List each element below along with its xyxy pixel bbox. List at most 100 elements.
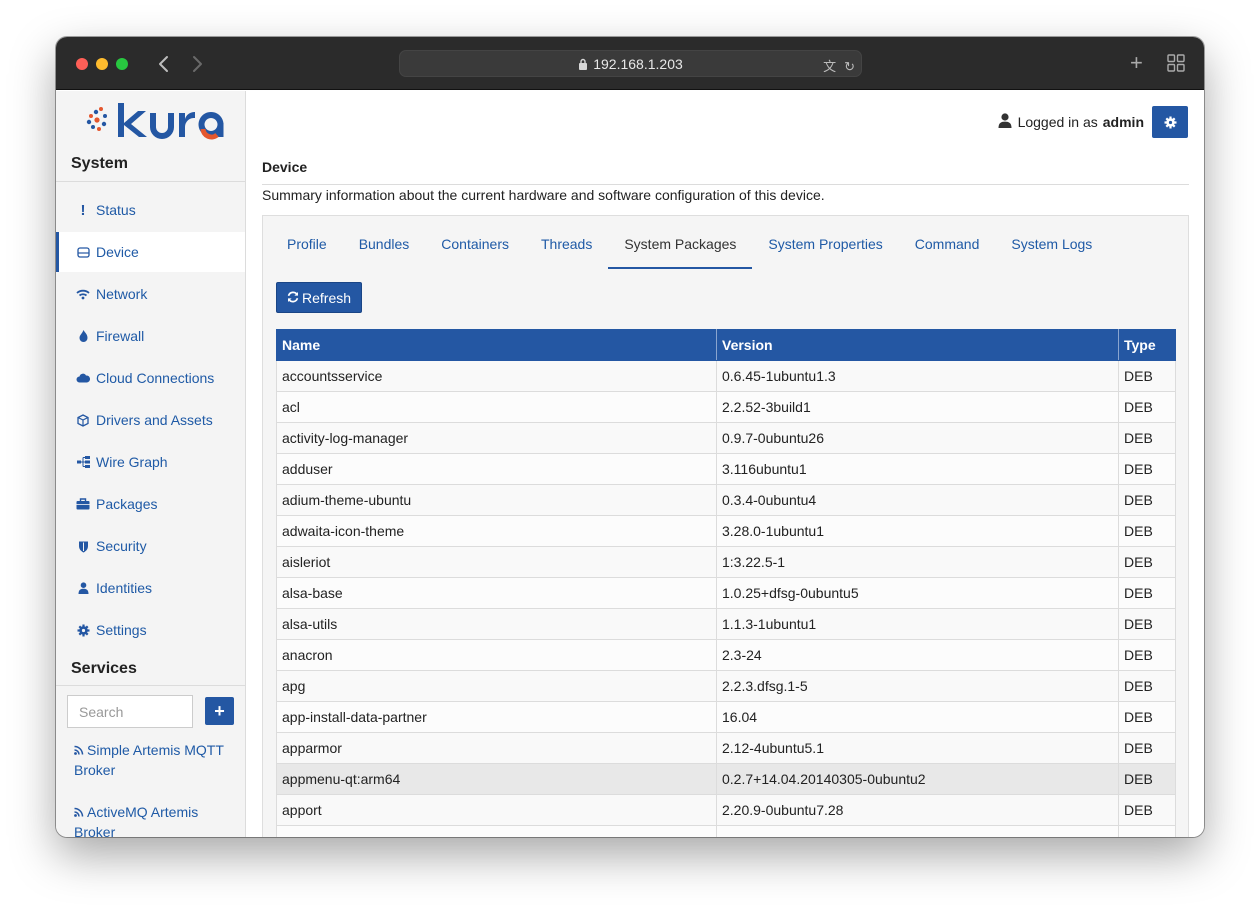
rss-icon — [74, 802, 84, 822]
cell-version: 2.2.3.dfsg.1-5 — [716, 670, 1119, 702]
cell-version: 0.9.7-0ubuntu26 — [716, 422, 1119, 454]
table-row[interactable]: accountsservice 0.6.45-1ubuntu1.3 DEB — [276, 360, 1176, 392]
sidebar-item-label: Drivers and Assets — [96, 412, 213, 428]
cell-name: acl — [276, 391, 717, 423]
cell-version: 2.3-24 — [716, 639, 1119, 671]
refresh-button[interactable]: Refresh — [276, 282, 363, 313]
settings-button[interactable] — [1152, 106, 1188, 138]
table-row[interactable]: alsa-base 1.0.25+dfsg-0ubuntu5 DEB — [276, 577, 1176, 609]
table-row[interactable]: adduser 3.116ubuntu1 DEB — [276, 453, 1176, 485]
cell-name: aisleriot — [276, 546, 717, 578]
cell-type: DEB — [1118, 360, 1176, 392]
sidebar-item-security[interactable]: Security — [56, 526, 245, 566]
cell-name: app-install-data-partner — [276, 701, 717, 733]
table-row[interactable]: app-install-data-partner 16.04 DEB — [276, 701, 1176, 733]
chevron-left-icon — [159, 56, 168, 72]
cell-name: apg — [276, 670, 717, 702]
cell-type: DEB — [1118, 453, 1176, 485]
sidebar-item-label: Identities — [96, 580, 153, 596]
table-row[interactable]: activity-log-manager 0.9.7-0ubuntu26 DEB — [276, 422, 1176, 454]
hdd-icon — [76, 246, 90, 258]
service-item-simple-artemis-mqtt-broker[interactable]: Simple Artemis MQTT Broker — [74, 740, 239, 780]
forward-button[interactable] — [187, 53, 207, 75]
table-row[interactable]: alsa-utils 1.1.3-1ubuntu1 DEB — [276, 608, 1176, 640]
table-header-row: Name Version Type — [276, 329, 1176, 361]
title-divider — [262, 184, 1189, 185]
table-row[interactable]: apparmor 2.12-4ubuntu5.1 DEB — [276, 732, 1176, 764]
column-header-name[interactable]: Name — [276, 329, 717, 361]
cell-name: alsa-utils — [276, 608, 717, 640]
table-row[interactable]: acl 2.2.52-3build1 DEB — [276, 391, 1176, 423]
table-row[interactable]: aisleriot 1:3.22.5-1 DEB — [276, 546, 1176, 578]
service-item-activemq-artemis-broker[interactable]: ActiveMQ Artemis Broker — [74, 802, 239, 837]
cell-type: DEB — [1118, 577, 1176, 609]
sidebar-item-firewall[interactable]: Firewall — [56, 316, 245, 356]
table-row[interactable]: apg 2.2.3.dfsg.1-5 DEB — [276, 670, 1176, 702]
column-header-type[interactable]: Type — [1118, 329, 1176, 361]
table-row[interactable]: adwaita-icon-theme 3.28.0-1ubuntu1 DEB — [276, 515, 1176, 547]
sidebar-item-status[interactable]: ! Status — [56, 190, 245, 230]
sidebar-item-label: Status — [96, 202, 136, 218]
sidebar-item-packages[interactable]: Packages — [56, 484, 245, 524]
cell-version: 2.20.9-0ubuntu7.28 — [716, 794, 1119, 826]
tab-containers[interactable]: Containers — [425, 234, 525, 269]
wifi-icon — [76, 289, 90, 300]
table-row[interactable]: apport 2.20.9-0ubuntu7.28 DEB — [276, 794, 1176, 826]
cell-name: apparmor — [276, 732, 717, 764]
back-button[interactable] — [154, 53, 174, 75]
maximize-window-button[interactable] — [116, 58, 128, 70]
services-search-input[interactable] — [67, 695, 193, 728]
user-icon — [76, 582, 90, 594]
browser-window: 192.168.1.203 文 ↻ + System ! Status Devi… — [56, 37, 1204, 837]
tab-system-logs[interactable]: System Logs — [995, 234, 1108, 269]
reload-icon[interactable]: ↻ — [844, 59, 855, 74]
sidebar-item-label: Wire Graph — [96, 454, 168, 470]
table-row[interactable]: appmenu-qt:arm64 0.2.7+14.04.20140305-0ub… — [276, 763, 1176, 795]
sidebar-item-wire-graph[interactable]: Wire Graph — [56, 442, 245, 482]
sidebar-item-cloud-connections[interactable]: Cloud Connections — [56, 358, 245, 398]
cell-name: accountsservice — [276, 360, 717, 392]
tab-system-packages[interactable]: System Packages — [608, 234, 753, 269]
table-row[interactable] — [276, 825, 1176, 837]
page-title: Device — [262, 159, 308, 175]
column-header-version[interactable]: Version — [716, 329, 1119, 361]
cell-type: DEB — [1118, 484, 1176, 516]
cell-type: DEB — [1118, 763, 1176, 795]
sidebar-item-label: Packages — [96, 496, 158, 512]
address-bar[interactable]: 192.168.1.203 文 ↻ — [399, 50, 862, 77]
sidebar-item-identities[interactable]: Identities — [56, 568, 245, 608]
translate-icon[interactable]: 文 — [823, 59, 836, 74]
tab-system-properties[interactable]: System Properties — [752, 234, 898, 269]
rss-icon — [74, 740, 84, 760]
table-row[interactable]: adium-theme-ubuntu 0.3.4-0ubuntu4 DEB — [276, 484, 1176, 516]
cell-version: 3.28.0-1ubuntu1 — [716, 515, 1119, 547]
gear-icon — [1164, 116, 1176, 128]
sidebar-item-drivers-and-assets[interactable]: Drivers and Assets — [56, 400, 245, 440]
refresh-icon — [287, 290, 299, 306]
tab-command[interactable]: Command — [899, 234, 996, 269]
login-info: Logged in as admin — [998, 113, 1144, 131]
logged-in-label: Logged in as — [1017, 114, 1098, 130]
sidebar-item-network[interactable]: Network — [56, 274, 245, 314]
sidebar-item-label: Security — [96, 538, 147, 554]
new-tab-icon[interactable]: + — [1130, 52, 1143, 74]
service-label: Simple Artemis MQTT Broker — [74, 742, 224, 778]
cell-version: 1:3.22.5-1 — [716, 546, 1119, 578]
tab-overview-icon[interactable] — [1167, 54, 1185, 76]
tab-profile[interactable]: Profile — [271, 234, 343, 269]
sidebar: System ! Status Device Network Firewall — [56, 91, 246, 837]
cell-version: 1.1.3-1ubuntu1 — [716, 608, 1119, 640]
tab-threads[interactable]: Threads — [525, 234, 608, 269]
cloud-icon — [76, 373, 90, 383]
add-service-button[interactable]: + — [205, 697, 234, 725]
service-label: ActiveMQ Artemis Broker — [74, 804, 199, 837]
cell-name: adwaita-icon-theme — [276, 515, 717, 547]
table-row[interactable]: anacron 2.3-24 DEB — [276, 639, 1176, 671]
sidebar-item-device[interactable]: Device — [56, 232, 245, 272]
close-window-button[interactable] — [76, 58, 88, 70]
minimize-window-button[interactable] — [96, 58, 108, 70]
sidebar-item-settings[interactable]: Settings — [56, 610, 245, 650]
tab-bundles[interactable]: Bundles — [343, 234, 426, 269]
chevron-right-icon — [193, 56, 202, 72]
cell-type: DEB — [1118, 391, 1176, 423]
